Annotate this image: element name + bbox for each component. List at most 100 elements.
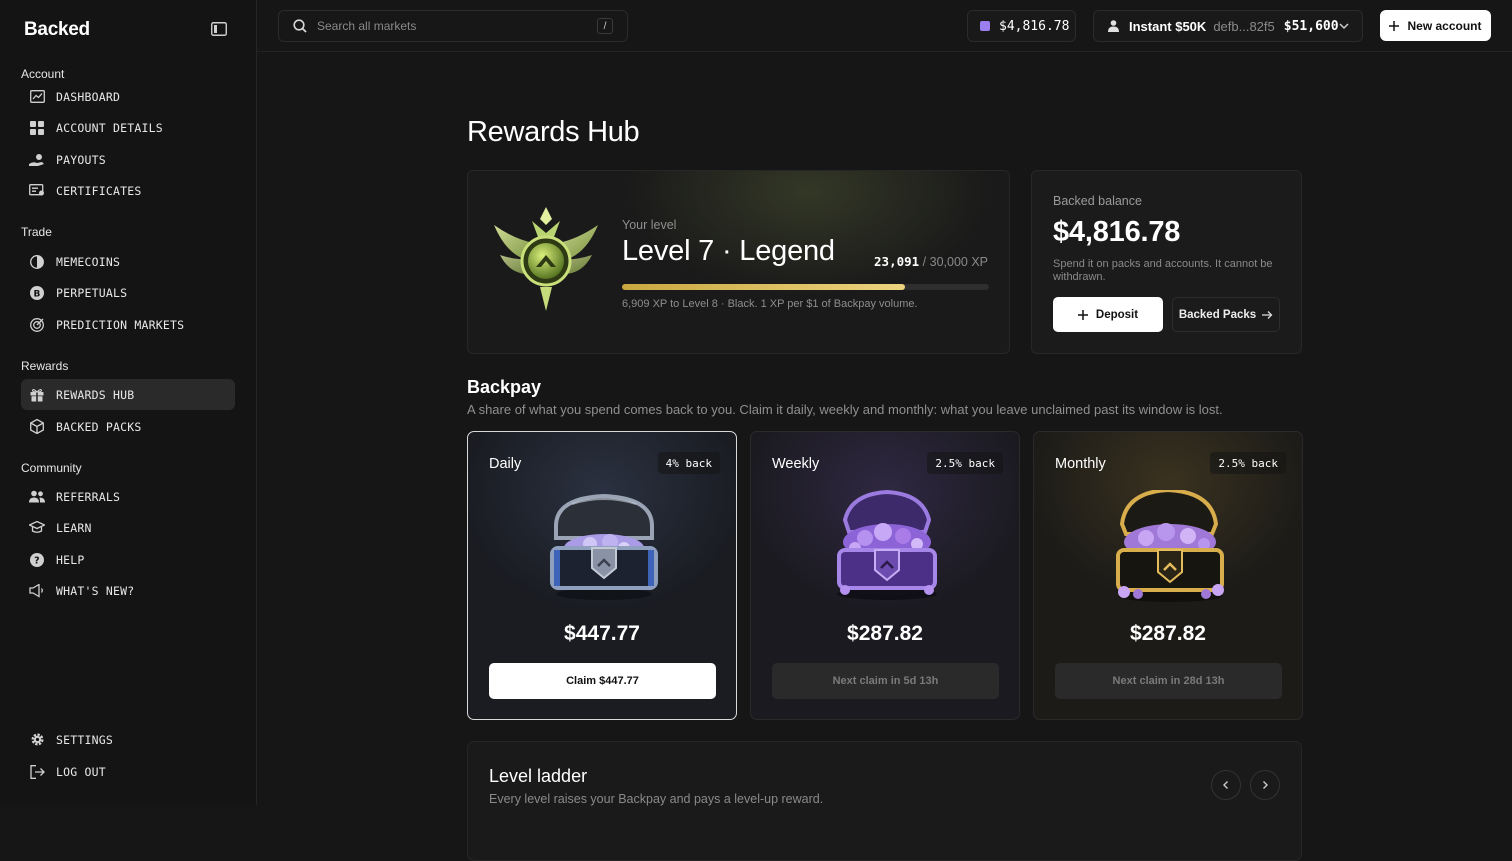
account-selector[interactable]: Instant $50K defb...82f5 $51,600 — [1093, 10, 1363, 42]
nav-group-community: Community — [21, 461, 82, 475]
graduation-cap-icon — [29, 520, 45, 536]
ladder-next-button[interactable] — [1250, 770, 1280, 800]
sidebar-item-account-details[interactable]: ACCOUNT DETAILS — [21, 112, 235, 143]
xp-total: / 30,000 XP — [922, 255, 988, 269]
level-name: Level 7 · Legend — [622, 235, 835, 267]
account-balance: $51,600 — [1283, 18, 1339, 34]
prediction-icon — [29, 317, 45, 333]
sidebar-item-payouts[interactable]: PAYOUTS — [21, 144, 235, 175]
svg-text:?: ? — [34, 555, 40, 566]
certificate-icon — [29, 183, 45, 199]
sidebar-item-label: LOG OUT — [56, 764, 106, 779]
sidebar-item-logout[interactable]: LOG OUT — [21, 756, 235, 787]
chevron-right-icon — [1263, 781, 1268, 789]
sidebar-item-label: SETTINGS — [56, 732, 113, 747]
brand-logo[interactable]: Backed — [24, 19, 90, 41]
backpay-card-daily: Daily 4% back $447.77 Claim $447.77 — [467, 431, 737, 720]
backpay-title: Backpay — [467, 377, 542, 397]
page-title: Rewards Hub — [467, 116, 640, 148]
backpay-amount: $287.82 — [847, 622, 923, 645]
package-icon — [29, 419, 45, 435]
ladder-prev-button[interactable] — [1211, 770, 1241, 800]
nav-group-trade: Trade — [21, 225, 52, 239]
backpay-card-weekly: Weekly 2.5% back $287.82 Next claim in 5… — [750, 431, 1020, 720]
payouts-icon — [29, 152, 45, 168]
backpay-rate-badge: 4% back — [657, 452, 720, 474]
gift-icon — [29, 387, 45, 403]
backed-packs-label: Backed Packs — [1178, 308, 1257, 321]
xp-current: 23,091 — [874, 254, 920, 269]
account-name: Instant $50K — [1129, 18, 1207, 34]
sidebar-item-prediction-markets[interactable]: PREDICTION MARKETS — [21, 309, 235, 340]
xp-counter: 23,091 / 30,000 XP — [874, 254, 988, 269]
sidebar-item-help[interactable]: ? HELP — [21, 544, 235, 575]
deposit-button[interactable]: Deposit — [1053, 297, 1163, 332]
sidebar-item-backed-packs[interactable]: BACKED PACKS — [21, 411, 235, 442]
next-claim-button[interactable]: Next claim in 5d 13h — [772, 663, 999, 699]
balance-amount: $4,816.78 — [1053, 216, 1181, 248]
user-icon — [1108, 20, 1119, 32]
account-hash: defb...82f5 — [1213, 18, 1275, 34]
level-ladder-subtitle: Every level raises your Backpay and pays… — [489, 792, 824, 806]
svg-text:B: B — [33, 289, 40, 299]
backpay-amount: $287.82 — [1130, 622, 1206, 645]
sidebar-item-memecoins[interactable]: MEMECOINS — [21, 246, 235, 277]
level-card: Your level Level 7 · Legend 23,091 / 30,… — [467, 170, 1010, 354]
dashboard-icon — [29, 89, 45, 105]
backed-packs-button[interactable]: Backed Packs — [1172, 297, 1280, 332]
gear-icon — [29, 732, 45, 748]
search-icon — [293, 19, 307, 33]
your-level-label: Your level — [622, 218, 677, 232]
sidebar-item-dashboard[interactable]: DASHBOARD — [21, 81, 235, 112]
sidebar-item-label: PAYOUTS — [56, 152, 106, 167]
deposit-label: Deposit — [1095, 308, 1139, 321]
logout-icon — [29, 764, 45, 780]
wallet-balance-button[interactable]: $4,816.78 — [967, 10, 1076, 42]
backpay-card-name: Daily — [489, 456, 522, 472]
sidebar-item-label: PREDICTION MARKETS — [56, 317, 185, 332]
plus-icon — [1077, 309, 1088, 320]
sidebar-item-label: REWARDS HUB — [56, 387, 135, 402]
purple-chest-icon — [837, 490, 937, 600]
next-claim-button[interactable]: Next claim in 28d 13h — [1055, 663, 1282, 699]
sidebar-item-perpetuals[interactable]: B PERPETUALS — [21, 277, 235, 308]
claim-button[interactable]: Claim $447.77 — [489, 663, 716, 699]
sidebar-item-learn[interactable]: LEARN — [21, 512, 235, 543]
users-icon — [29, 489, 45, 505]
level-ladder-title: Level ladder — [489, 766, 588, 786]
plus-icon — [1389, 20, 1400, 31]
bitcoin-icon: B — [29, 285, 45, 301]
sidebar-item-label: BACKED PACKS — [56, 419, 142, 434]
topbar: Search all markets / $4,816.78 Instant $… — [257, 0, 1512, 52]
balance-description: Spend it on packs and accounts. It canno… — [1053, 258, 1273, 283]
new-account-button[interactable]: New account — [1380, 10, 1491, 41]
wallet-balance: $4,816.78 — [999, 18, 1070, 34]
sidebar-collapse-icon[interactable] — [211, 22, 227, 36]
sidebar-item-label: ACCOUNT DETAILS — [56, 120, 163, 135]
help-icon: ? — [29, 552, 45, 568]
sidebar-item-whats-new[interactable]: WHAT'S NEW? — [21, 575, 235, 606]
sidebar-item-label: REFERRALS — [56, 489, 121, 504]
sidebar: Backed Account DASHBOARD ACCOUNT DETAILS… — [0, 0, 257, 805]
search-input[interactable]: Search all markets / — [278, 10, 628, 42]
arrow-right-icon — [1262, 310, 1273, 319]
search-placeholder: Search all markets — [317, 19, 417, 33]
grid-icon — [29, 120, 45, 136]
sidebar-item-label: PERPETUALS — [56, 285, 128, 300]
sidebar-item-certificates[interactable]: CERTIFICATES — [21, 175, 235, 206]
sidebar-item-label: WHAT'S NEW? — [56, 583, 135, 598]
new-account-label: New account — [1407, 18, 1482, 33]
xp-note: 6,909 XP to Level 8 · Black. 1 XP per $1… — [622, 298, 918, 310]
balance-label: Backed balance — [1053, 194, 1142, 208]
wallet-icon — [980, 21, 990, 31]
sidebar-item-referrals[interactable]: REFERRALS — [21, 481, 235, 512]
sidebar-item-settings[interactable]: SETTINGS — [21, 724, 235, 755]
legend-badge-icon — [494, 207, 598, 311]
backpay-card-monthly: Monthly 2.5% back $287.82 Next claim in … — [1033, 431, 1303, 720]
backed-balance-card: Backed balance $4,816.78 Spend it on pac… — [1031, 170, 1302, 354]
sidebar-item-label: LEARN — [56, 520, 92, 535]
sidebar-item-label: MEMECOINS — [56, 254, 121, 269]
sidebar-item-rewards-hub[interactable]: REWARDS HUB — [21, 379, 235, 410]
sidebar-item-label: HELP — [56, 552, 85, 567]
backpay-card-name: Weekly — [772, 456, 820, 472]
